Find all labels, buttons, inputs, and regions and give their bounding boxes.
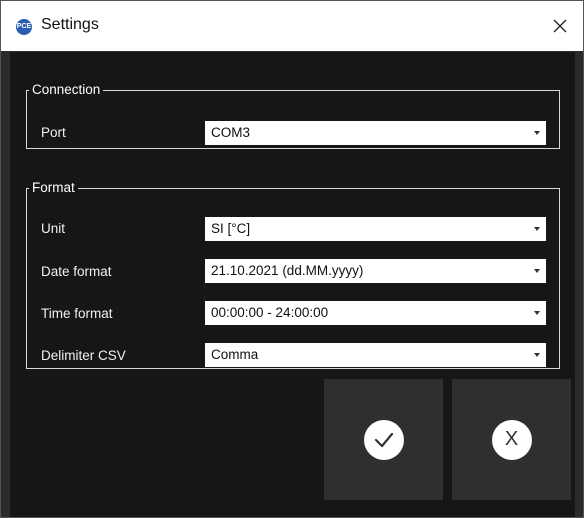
check-icon xyxy=(374,432,393,447)
unit-value: SI [°C] xyxy=(211,221,251,236)
date-format-label: Date format xyxy=(41,264,112,279)
port-select[interactable]: COM3 xyxy=(205,121,546,145)
settings-panel: Connection Port COM3 Format Unit SI [°C]… xyxy=(10,52,575,517)
delimiter-csv-value: Comma xyxy=(211,347,259,362)
cancel-circle: X xyxy=(491,419,532,460)
time-format-value: 00:00:00 - 24:00:00 xyxy=(211,305,329,320)
format-group: Format Unit SI [°C] Date format 21.10.20… xyxy=(26,181,560,369)
cancel-x-icon: X xyxy=(504,428,519,450)
close-icon xyxy=(553,19,567,33)
app-logo-icon: PCE xyxy=(16,19,32,35)
delimiter-csv-label: Delimiter CSV xyxy=(41,348,126,363)
connection-legend: Connection xyxy=(32,82,101,97)
format-legend: Format xyxy=(32,180,75,195)
chevron-down-icon[interactable] xyxy=(534,269,540,273)
settings-window: PCE Settings Connection Port COM3 Format… xyxy=(0,0,584,518)
time-format-select[interactable]: 00:00:00 - 24:00:00 xyxy=(205,301,546,325)
delimiter-csv-select[interactable]: Comma xyxy=(205,343,546,367)
chevron-down-icon[interactable] xyxy=(534,227,540,231)
window-title: Settings xyxy=(41,16,99,33)
port-label: Port xyxy=(41,125,66,140)
port-value: COM3 xyxy=(211,125,251,140)
time-format-label: Time format xyxy=(41,306,113,321)
date-format-select[interactable]: 21.10.2021 (dd.MM.yyyy) xyxy=(205,259,546,283)
date-format-value: 21.10.2021 (dd.MM.yyyy) xyxy=(211,263,364,278)
cancel-button[interactable]: X xyxy=(452,379,571,500)
chevron-down-icon[interactable] xyxy=(534,353,540,357)
confirm-button[interactable] xyxy=(324,379,443,500)
connection-group: Connection Port COM3 xyxy=(26,83,560,149)
confirm-circle xyxy=(363,419,404,460)
chevron-down-icon[interactable] xyxy=(534,131,540,135)
chevron-down-icon[interactable] xyxy=(534,311,540,315)
close-window-button[interactable] xyxy=(537,1,583,51)
unit-label: Unit xyxy=(41,221,66,236)
unit-select[interactable]: SI [°C] xyxy=(205,217,546,241)
title-bar: PCE Settings xyxy=(1,1,583,51)
